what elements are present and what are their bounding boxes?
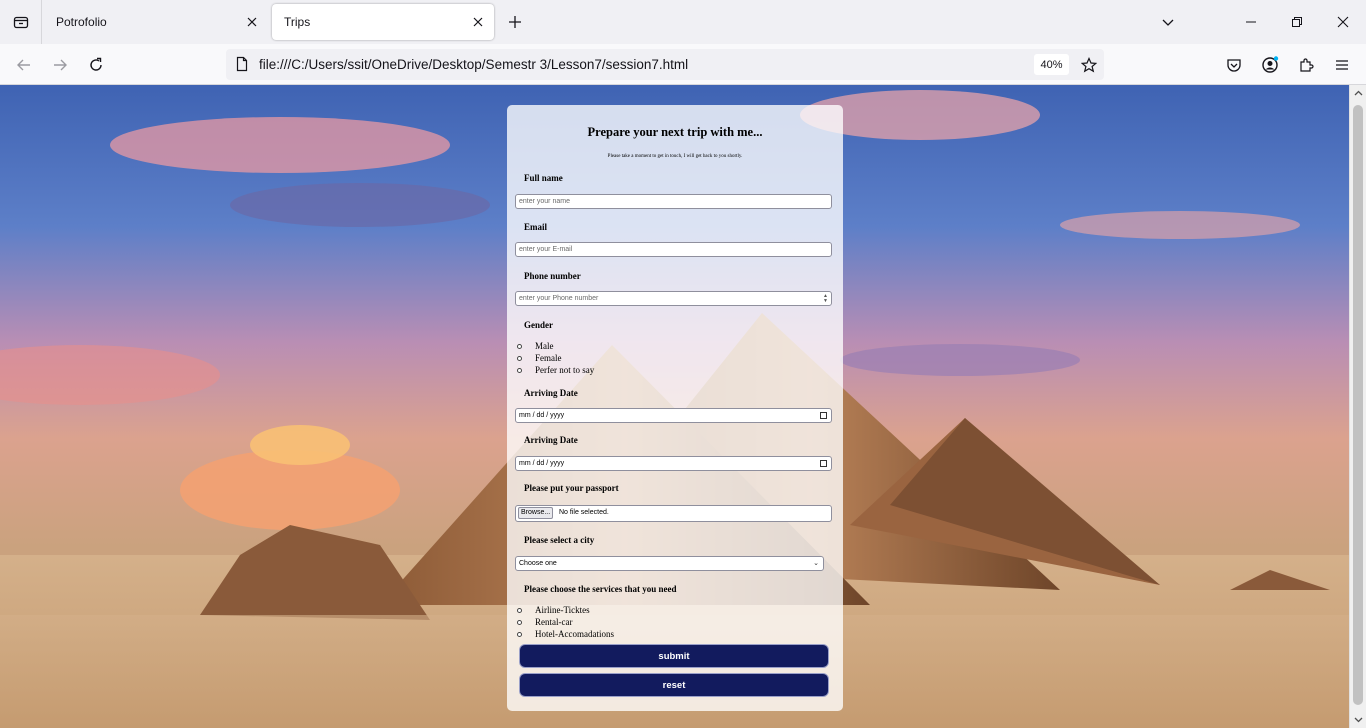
date-value: mm / dd / yyyy <box>519 412 565 419</box>
new-tab-button[interactable] <box>503 10 527 34</box>
pocket-button[interactable] <box>1221 52 1247 78</box>
radio-button[interactable] <box>517 367 522 373</box>
tab-title: Trips <box>284 15 311 29</box>
close-icon <box>247 17 257 27</box>
reset-button[interactable]: reset <box>519 673 829 697</box>
scroll-up-button[interactable] <box>1350 85 1366 102</box>
radio-button[interactable] <box>517 619 522 625</box>
radio-button[interactable] <box>517 355 522 361</box>
passport-label: Please put your passport <box>524 483 619 493</box>
browse-button[interactable]: Browse... <box>518 507 554 519</box>
chevron-up-icon <box>1354 90 1363 96</box>
hamburger-menu-icon <box>1336 60 1348 70</box>
close-window-button[interactable] <box>1329 8 1357 36</box>
chevron-down-icon <box>1162 19 1174 26</box>
radio-button[interactable] <box>517 631 522 637</box>
reload-icon <box>90 57 102 71</box>
extensions-button[interactable] <box>1293 52 1319 78</box>
bookmark-star-button[interactable] <box>1078 54 1100 76</box>
service-option-airline[interactable]: Airline-Ticktes <box>517 605 590 615</box>
puzzle-icon <box>1300 58 1314 72</box>
gender-option-male[interactable]: Male <box>517 341 554 351</box>
full-name-input[interactable]: enter your name <box>515 194 832 209</box>
form-title: Prepare your next trip with me... <box>587 125 763 139</box>
radio-button[interactable] <box>517 607 522 613</box>
tab-strip: Potrofolio Trips <box>0 0 1366 44</box>
email-input[interactable]: enter your E-mail <box>515 242 832 257</box>
city-select[interactable]: Choose one ⌄ <box>515 556 824 571</box>
tab-potrofolio[interactable]: Potrofolio <box>44 4 268 40</box>
number-spinner-icon[interactable]: ▲ ▼ <box>823 294 828 304</box>
date-value: mm / dd / yyyy <box>519 460 565 467</box>
restore-button[interactable] <box>1283 8 1311 36</box>
page-content: Prepare your next trip with me... Please… <box>0 85 1349 728</box>
tab-list-icon <box>13 16 28 29</box>
back-button[interactable] <box>11 52 37 78</box>
back-arrow-icon <box>17 59 30 71</box>
arriving-date-input-2[interactable]: mm / dd / yyyy <box>515 456 832 471</box>
trip-form: Prepare your next trip with me... Please… <box>507 105 843 711</box>
chevron-down-icon <box>1354 717 1363 723</box>
zoom-reset-button[interactable]: 40% <box>1034 54 1069 75</box>
radio-label: Male <box>535 341 554 351</box>
submit-button[interactable]: submit <box>519 644 829 668</box>
plus-icon <box>509 16 521 28</box>
radio-label: Hotel-Accomadations <box>535 629 614 639</box>
list-all-tabs-button[interactable] <box>0 0 42 44</box>
email-label: Email <box>524 222 548 232</box>
calendar-icon[interactable] <box>820 412 827 419</box>
pocket-icon <box>1227 59 1241 72</box>
account-button[interactable] <box>1257 52 1283 78</box>
scroll-thumb[interactable] <box>1353 105 1363 705</box>
restore-icon <box>1292 17 1302 27</box>
close-icon <box>473 17 483 27</box>
tab-title: Potrofolio <box>56 15 107 29</box>
full-name-label: Full name <box>524 173 563 183</box>
scroll-down-button[interactable] <box>1350 711 1366 728</box>
arriving-date-label-2: Arriving Date <box>524 435 578 445</box>
radio-label: Airline-Ticktes <box>535 605 590 615</box>
close-icon <box>1337 16 1349 28</box>
navigation-bar: file:///C:/Users/ssit/OneDrive/Desktop/S… <box>0 44 1366 85</box>
passport-file-input[interactable]: Browse... No file selected. <box>515 505 832 522</box>
url-text: file:///C:/Users/ssit/OneDrive/Desktop/S… <box>259 57 689 72</box>
address-bar[interactable]: file:///C:/Users/ssit/OneDrive/Desktop/S… <box>226 49 1104 80</box>
phone-input[interactable]: enter your Phone number ▲ ▼ <box>515 291 832 306</box>
star-icon <box>1081 57 1097 73</box>
page-icon <box>236 56 248 72</box>
forward-arrow-icon <box>54 59 67 71</box>
service-option-rental-car[interactable]: Rental-car <box>517 617 572 627</box>
app-menu-button[interactable] <box>1329 52 1355 78</box>
phone-placeholder: enter your Phone number <box>519 295 599 302</box>
minimize-button[interactable] <box>1237 8 1265 36</box>
arriving-date-input[interactable]: mm / dd / yyyy <box>515 408 832 423</box>
radio-label: Female <box>535 353 562 363</box>
radio-label: Rental-car <box>535 617 573 627</box>
minimize-icon <box>1246 21 1256 23</box>
gender-option-female[interactable]: Female <box>517 353 562 363</box>
close-tab-button[interactable] <box>470 14 486 30</box>
arriving-date-label: Arriving Date <box>524 388 578 398</box>
tab-overflow-menu-button[interactable] <box>1154 8 1182 36</box>
services-label: Please choose the services that you need <box>524 584 677 594</box>
vertical-scrollbar[interactable] <box>1349 85 1366 728</box>
chevron-down-icon: ⌄ <box>813 560 819 567</box>
close-tab-button[interactable] <box>244 14 260 30</box>
tab-trips[interactable]: Trips <box>272 4 494 40</box>
gender-label: Gender <box>524 320 553 330</box>
phone-label: Phone number <box>524 271 581 281</box>
reload-button[interactable] <box>83 52 109 78</box>
forward-button[interactable] <box>47 52 73 78</box>
city-label: Please select a city <box>524 535 595 545</box>
calendar-icon[interactable] <box>820 460 827 467</box>
account-icon <box>1262 56 1279 73</box>
file-status: No file selected. <box>559 509 609 516</box>
city-selected: Choose one <box>519 560 557 567</box>
form-subtitle: Please take a moment to get in touch, I … <box>607 154 743 159</box>
gender-option-not-say[interactable]: Perfer not to say <box>517 365 594 375</box>
service-option-hotel[interactable]: Hotel-Accomadations <box>517 629 614 639</box>
radio-button[interactable] <box>517 343 522 349</box>
radio-label: Perfer not to say <box>535 365 595 375</box>
